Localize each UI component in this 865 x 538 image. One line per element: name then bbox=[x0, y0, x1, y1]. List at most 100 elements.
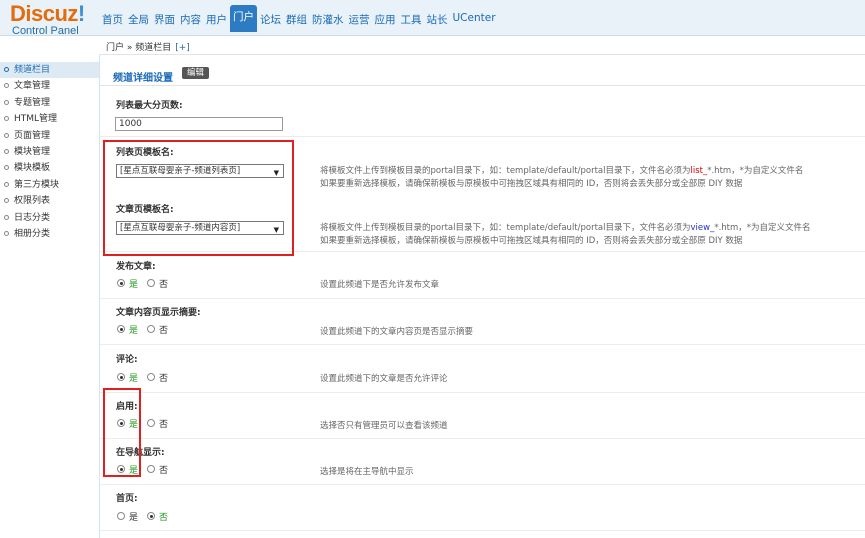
homepage-no-radio[interactable] bbox=[147, 512, 156, 520]
summary-radio-group: 是 否 bbox=[117, 323, 177, 336]
highlight-box-enable-nav bbox=[103, 388, 141, 477]
divider bbox=[100, 85, 865, 86]
divider bbox=[100, 344, 865, 345]
max-pages-input[interactable] bbox=[115, 117, 283, 131]
summary-no-radio[interactable] bbox=[147, 325, 156, 333]
sidebar-item-third-party[interactable]: 第三方模块 bbox=[0, 177, 99, 193]
divider bbox=[100, 484, 865, 485]
publish-label: 发布文章: bbox=[116, 262, 156, 272]
comment-yes-label[interactable]: 是 bbox=[129, 371, 138, 384]
summary-yes-label[interactable]: 是 bbox=[129, 323, 138, 336]
nav-tab-content[interactable]: 内容 bbox=[178, 8, 203, 32]
highlight-box-templates bbox=[103, 140, 294, 256]
nav-tab-home[interactable]: 首页 bbox=[100, 8, 125, 32]
sidebar: 频道栏目 文章管理 专题管理 HTML管理 页面管理 模块管理 模块模板 第三方… bbox=[0, 62, 99, 242]
comment-no-radio[interactable] bbox=[147, 373, 156, 381]
sidebar-item-channel[interactable]: 频道栏目 bbox=[0, 62, 99, 79]
nav-show-no-radio[interactable] bbox=[147, 465, 156, 473]
nav-tab-founder[interactable]: 站长 bbox=[425, 8, 450, 32]
sidebar-item-label: 频道栏目 bbox=[14, 65, 51, 75]
sidebar-item-label: 相册分类 bbox=[14, 228, 51, 239]
list-template-tip: 将模板文件上传到模板目录的portal目录下，如：template/defaul… bbox=[320, 166, 804, 189]
bullet-icon bbox=[4, 67, 9, 72]
add-shortcut-button[interactable]: [+] bbox=[175, 43, 190, 53]
bullet-icon bbox=[4, 83, 9, 89]
bullet-icon bbox=[4, 181, 9, 187]
sidebar-item-label: 模块管理 bbox=[14, 146, 51, 157]
homepage-yes-label[interactable]: 是 bbox=[129, 510, 138, 523]
sidebar-item-label: HTML管理 bbox=[14, 114, 58, 125]
comment-radio-group: 是 否 bbox=[117, 371, 177, 384]
summary-tip: 设置此频道下的文章内容页是否显示摘要 bbox=[320, 327, 474, 337]
homepage-yes-radio[interactable] bbox=[117, 512, 125, 520]
sidebar-item-block-templates[interactable]: 模块模板 bbox=[0, 160, 99, 176]
publish-no-radio[interactable] bbox=[147, 279, 156, 287]
sidebar-item-blocks[interactable]: 模块管理 bbox=[0, 144, 99, 160]
homepage-label: 首页: bbox=[116, 494, 138, 504]
homepage-radio-group: 是 否 bbox=[117, 510, 177, 523]
nav-tab-group[interactable]: 群组 bbox=[284, 8, 309, 32]
sidebar-item-permissions[interactable]: 权限列表 bbox=[0, 193, 99, 209]
bullet-icon bbox=[4, 132, 9, 138]
edit-button[interactable]: 编辑 bbox=[182, 67, 210, 79]
nav-tab-forum[interactable]: 论坛 bbox=[258, 8, 283, 32]
nav-tab-antispam[interactable]: 防灌水 bbox=[310, 8, 346, 32]
divider bbox=[100, 530, 865, 531]
sidebar-item-label: 第三方模块 bbox=[14, 179, 60, 190]
divider bbox=[100, 298, 865, 299]
comment-no-label[interactable]: 否 bbox=[159, 371, 168, 384]
sidebar-item-label: 日志分类 bbox=[14, 212, 51, 223]
max-pages-label: 列表最大分页数: bbox=[116, 101, 183, 111]
sidebar-item-pages[interactable]: 页面管理 bbox=[0, 128, 99, 144]
publish-radio-group: 是 否 bbox=[117, 277, 177, 290]
enable-no-radio[interactable] bbox=[147, 419, 156, 427]
nav-tab-portal[interactable]: 门户 bbox=[230, 5, 257, 32]
sidebar-item-label: 页面管理 bbox=[14, 130, 51, 141]
discuz-logo[interactable]: Discuz! Control Panel bbox=[10, 3, 90, 38]
admin-header: Discuz! Control Panel 首页 全局 界面 内容 用户 门户 … bbox=[0, 0, 865, 38]
main-content: 频道详细设置 编辑 列表最大分页数: 列表页模板名: [星点互联母婴亲子-频道列… bbox=[100, 55, 865, 538]
sidebar-item-label: 专题管理 bbox=[14, 97, 51, 108]
nav-tab-user[interactable]: 用户 bbox=[204, 8, 229, 32]
homepage-no-label[interactable]: 否 bbox=[159, 510, 168, 523]
sidebar-item-blog-categories[interactable]: 日志分类 bbox=[0, 210, 99, 226]
nav-tab-plugin[interactable]: 应用 bbox=[373, 8, 398, 32]
summary-no-label[interactable]: 否 bbox=[159, 323, 168, 336]
divider bbox=[100, 136, 865, 137]
sidebar-item-topics[interactable]: 专题管理 bbox=[0, 95, 99, 111]
publish-tip: 设置此频道下是否允许发布文章 bbox=[320, 280, 440, 290]
publish-yes-label[interactable]: 是 bbox=[129, 277, 138, 290]
nav-tab-style[interactable]: 界面 bbox=[152, 8, 177, 32]
nav-tab-operation[interactable]: 运营 bbox=[347, 8, 372, 32]
logo-subtitle: Control Panel bbox=[12, 25, 79, 37]
sidebar-item-articles[interactable]: 文章管理 bbox=[0, 78, 99, 94]
nav-tab-ucenter[interactable]: UCenter bbox=[451, 8, 498, 32]
sidebar-item-label: 模块模板 bbox=[14, 163, 51, 174]
nav-tab-tools[interactable]: 工具 bbox=[399, 8, 424, 32]
comment-label: 评论: bbox=[116, 355, 138, 365]
bullet-icon bbox=[4, 99, 9, 105]
nav-tab-global[interactable]: 全局 bbox=[126, 8, 151, 32]
bullet-icon bbox=[4, 148, 9, 154]
bullet-icon bbox=[4, 116, 9, 122]
publish-yes-radio[interactable] bbox=[117, 279, 125, 287]
enable-tip: 选择否只有管理员可以查看该频道 bbox=[320, 421, 448, 431]
breadcrumb-path[interactable]: 门户 » 频道栏目 bbox=[106, 43, 171, 53]
article-template-tip: 将模板文件上传到模板目录的portal目录下，如：template/defaul… bbox=[320, 223, 811, 246]
comment-yes-radio[interactable] bbox=[117, 373, 125, 381]
section-title: 频道详细设置 bbox=[113, 73, 173, 84]
bullet-icon bbox=[4, 230, 9, 236]
sidebar-item-html[interactable]: HTML管理 bbox=[0, 111, 99, 127]
enable-no-label[interactable]: 否 bbox=[159, 417, 168, 430]
sidebar-item-album-categories[interactable]: 相册分类 bbox=[0, 226, 99, 242]
summary-label: 文章内容页显示摘要: bbox=[116, 308, 201, 318]
nav-show-no-label[interactable]: 否 bbox=[159, 463, 168, 476]
divider bbox=[100, 438, 865, 439]
comment-tip: 设置此频道下的文章是否允许评论 bbox=[320, 374, 448, 384]
bullet-icon bbox=[4, 214, 9, 220]
summary-yes-radio[interactable] bbox=[117, 325, 125, 333]
bullet-icon bbox=[4, 198, 9, 204]
publish-no-label[interactable]: 否 bbox=[159, 277, 168, 290]
sidebar-item-label: 权限列表 bbox=[14, 196, 51, 207]
breadcrumb: 门户 » 频道栏目 [+] bbox=[106, 40, 190, 53]
